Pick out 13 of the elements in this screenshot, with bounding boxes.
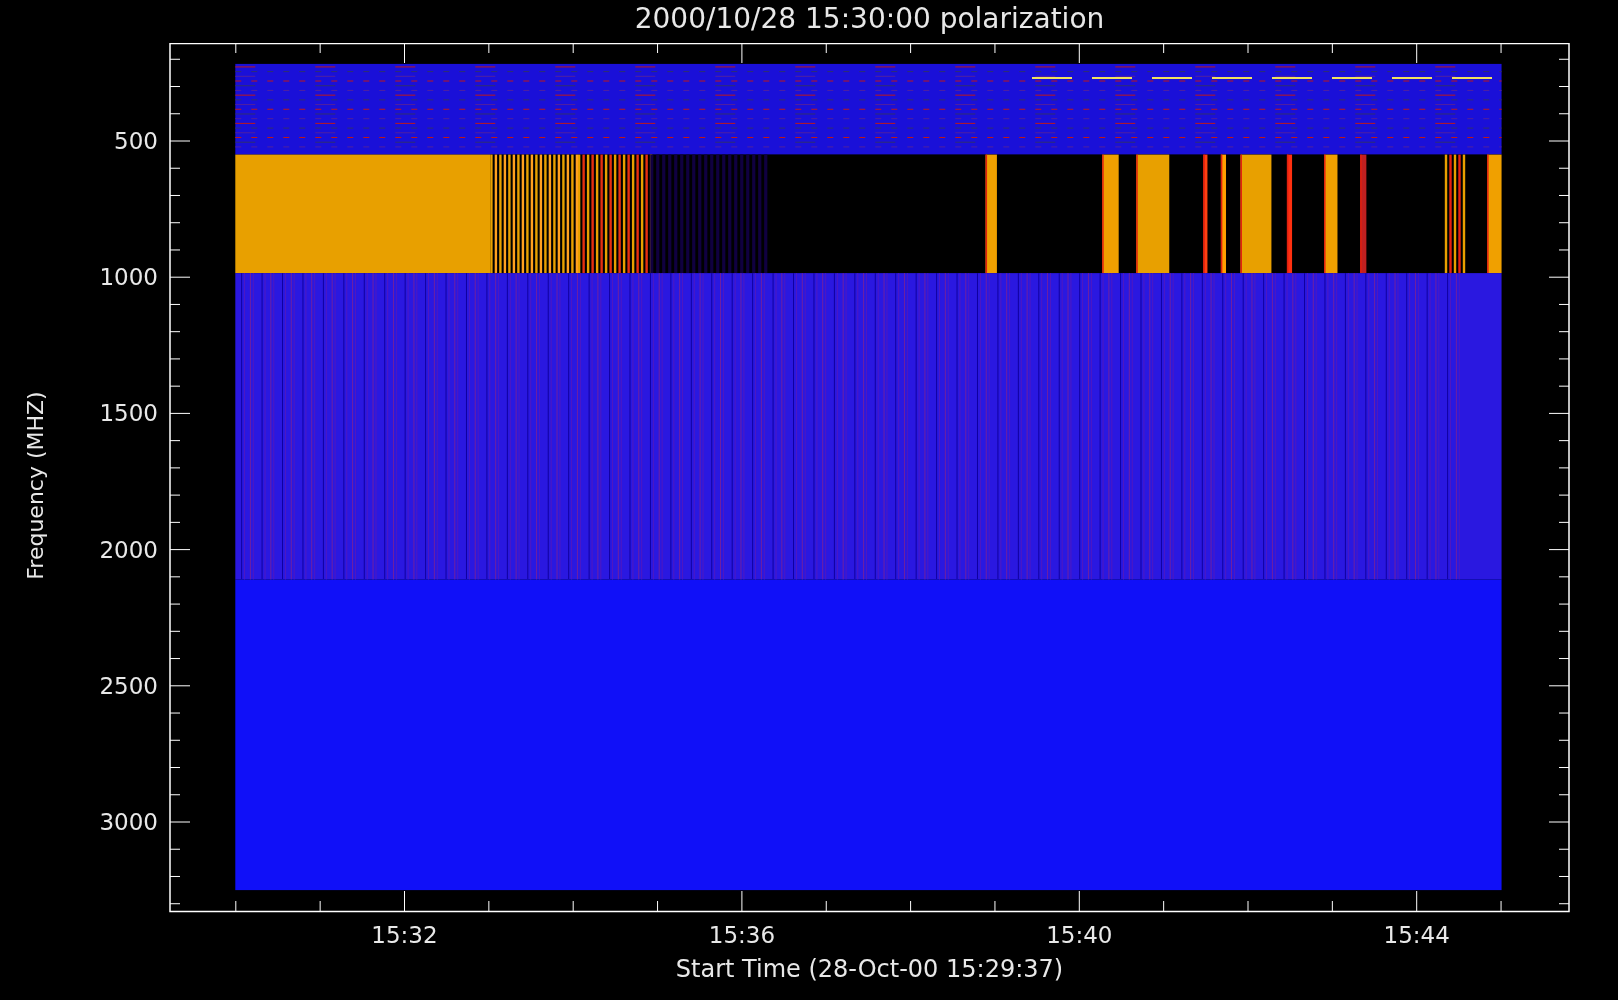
x-tick-label: 15:32 xyxy=(371,922,438,948)
y-tick-label: 1500 xyxy=(99,400,158,427)
y-tick-label: 2500 xyxy=(99,672,158,699)
y-tick-label: 2000 xyxy=(99,536,158,563)
y-tick-label: 3000 xyxy=(99,809,158,835)
x-tick-label: 15:44 xyxy=(1383,922,1450,948)
y-tick-label: 500 xyxy=(114,128,158,154)
chart-title: 2000/10/28 15:30:00 polarization xyxy=(634,1,1105,37)
y-tick-label: 1000 xyxy=(99,264,158,291)
x-axis-label: Start Time (28-Oct-00 15:29:37) xyxy=(675,954,1064,985)
y-axis-label: Frequency (MHZ) xyxy=(21,390,49,580)
x-tick-label: 15:36 xyxy=(708,922,776,948)
x-tick-label: 15:40 xyxy=(1046,922,1113,948)
